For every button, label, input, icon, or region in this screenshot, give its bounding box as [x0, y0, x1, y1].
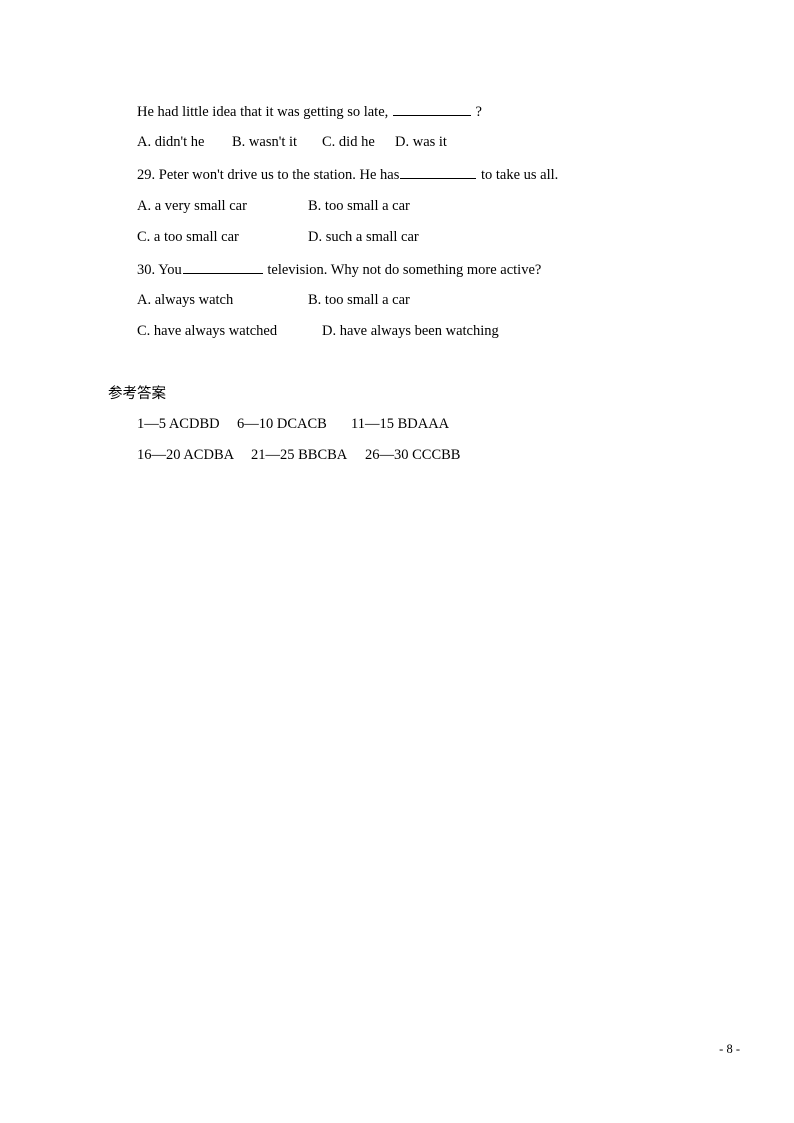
- option-row: A. always watch B. too small a car: [137, 291, 410, 309]
- answer-key-range-4: 16—20 ACDBA: [137, 446, 251, 464]
- answer-key-row: 16—20 ACDBA 21—25 BBCBA 26—30 CCCBB: [137, 446, 460, 464]
- answer-key-row: 1—5 ACDBD 6—10 DCACB 11—15 BDAAA: [137, 415, 449, 433]
- option-c[interactable]: C. have always watched: [137, 322, 322, 340]
- answer-key-answers: CCCBB: [412, 447, 461, 463]
- question-stem-text-after: to take us all.: [477, 167, 559, 183]
- answer-blank: [182, 260, 263, 274]
- answer-key-answers: DCACB: [276, 416, 327, 432]
- option-a[interactable]: A. a very small car: [137, 197, 308, 215]
- answer-key-answers: ACDBD: [168, 416, 220, 432]
- question-stem: He had little idea that it was getting s…: [137, 102, 482, 121]
- answer-key-range-label: 26—30: [365, 447, 409, 463]
- question-stem-text: 29. Peter won't drive us to the station.…: [137, 167, 400, 183]
- answer-blank: [392, 102, 471, 116]
- option-d[interactable]: D. such a small car: [308, 228, 419, 246]
- answer-key-range-3: 11—15 BDAAA: [351, 415, 449, 433]
- question-stem: 29. Peter won't drive us to the station.…: [137, 165, 558, 184]
- option-row: A. a very small car B. too small a car: [137, 197, 410, 215]
- page-number: - 8 -: [719, 1042, 740, 1056]
- answer-key-answers: BBCBA: [298, 447, 348, 463]
- option-row: C. have always watched D. have always bee…: [137, 322, 499, 340]
- answer-key-range-5: 21—25 BBCBA: [251, 446, 365, 464]
- option-d[interactable]: D. was it: [395, 133, 447, 151]
- option-b[interactable]: B. too small a car: [308, 197, 410, 215]
- question-stem-text: He had little idea that it was getting s…: [137, 104, 392, 120]
- answer-key-range-1: 1—5 ACDBD: [137, 415, 237, 433]
- answer-key-answers: BDAAA: [397, 416, 450, 432]
- answer-blank: [400, 165, 477, 179]
- option-b[interactable]: B. too small a car: [308, 291, 410, 309]
- option-c[interactable]: C. a too small car: [137, 228, 308, 246]
- answer-key-range-label: 16—20: [137, 447, 181, 463]
- answer-key-range-label: 11—15: [351, 416, 394, 432]
- answer-key-range-label: 6—10: [237, 416, 274, 432]
- answer-key-answers: ACDBA: [183, 447, 235, 463]
- option-a[interactable]: A. always watch: [137, 291, 308, 309]
- answer-key-range-label: 1—5: [137, 416, 166, 432]
- question-stem: 30. You television. Why not do something…: [137, 260, 541, 279]
- question-stem-text-after: ?: [471, 104, 482, 120]
- option-d[interactable]: D. have always been watching: [322, 322, 499, 340]
- answer-key-range-2: 6—10 DCACB: [237, 415, 351, 433]
- option-row: C. a too small car D. such a small car: [137, 228, 419, 246]
- option-b[interactable]: B. wasn't it: [232, 133, 322, 151]
- answer-key-range-6: 26—30 CCCBB: [365, 446, 460, 464]
- answer-key-heading: 参考答案: [108, 386, 166, 402]
- question-stem-text-after: television. Why not do something more ac…: [263, 262, 542, 278]
- option-a[interactable]: A. didn't he: [137, 133, 232, 151]
- answer-key-range-label: 21—25: [251, 447, 295, 463]
- option-c[interactable]: C. did he: [322, 133, 395, 151]
- option-row: A. didn't he B. wasn't it C. did he D. was …: [137, 133, 447, 151]
- document-page: He had little idea that it was getting s…: [0, 0, 794, 1123]
- question-stem-text: 30. You: [137, 262, 182, 278]
